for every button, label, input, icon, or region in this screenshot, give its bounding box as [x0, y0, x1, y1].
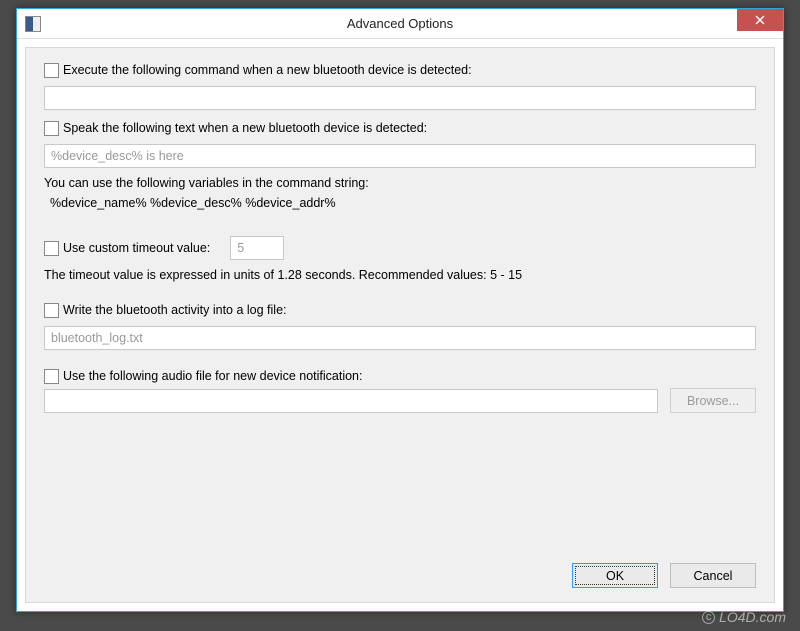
client-area: Execute the following command when a new… [25, 47, 775, 603]
speak-label: Speak the following text when a new blue… [63, 120, 427, 136]
titlebar: Advanced Options [17, 9, 783, 39]
close-button[interactable] [737, 9, 783, 31]
execute-row: Execute the following command when a new… [44, 62, 756, 78]
log-row: Write the bluetooth activity into a log … [44, 302, 756, 318]
timeout-row: Use custom timeout value: [44, 236, 756, 260]
speak-text-input[interactable] [44, 144, 756, 168]
log-checkbox[interactable] [44, 303, 59, 318]
browse-button[interactable]: Browse... [670, 388, 756, 413]
audio-label: Use the following audio file for new dev… [63, 368, 362, 384]
timeout-checkbox[interactable] [44, 241, 59, 256]
execute-checkbox[interactable] [44, 63, 59, 78]
log-file-input[interactable] [44, 326, 756, 350]
copyright-icon: c [702, 611, 715, 624]
log-label: Write the bluetooth activity into a log … [63, 302, 287, 318]
audio-file-input[interactable] [44, 389, 658, 413]
speak-row: Speak the following text when a new blue… [44, 120, 756, 136]
speak-checkbox[interactable] [44, 121, 59, 136]
audio-checkbox[interactable] [44, 369, 59, 384]
window-title: Advanced Options [17, 16, 783, 31]
timeout-label: Use custom timeout value: [63, 240, 210, 256]
timeout-value-input[interactable] [230, 236, 284, 260]
audio-input-row: Browse... [44, 388, 756, 413]
timeout-hint: The timeout value is expressed in units … [44, 266, 756, 284]
dialog-buttons: OK Cancel [572, 563, 756, 588]
audio-row-header: Use the following audio file for new dev… [44, 368, 756, 384]
close-icon [755, 15, 765, 25]
variables-hint: You can use the following variables in t… [44, 174, 756, 192]
app-icon [25, 16, 41, 32]
variables-list: %device_name% %device_desc% %device_addr… [44, 196, 756, 210]
dialog-window: Advanced Options Execute the following c… [16, 8, 784, 612]
execute-command-input[interactable] [44, 86, 756, 110]
execute-label: Execute the following command when a new… [63, 62, 472, 78]
ok-button[interactable]: OK [572, 563, 658, 588]
cancel-button[interactable]: Cancel [670, 563, 756, 588]
